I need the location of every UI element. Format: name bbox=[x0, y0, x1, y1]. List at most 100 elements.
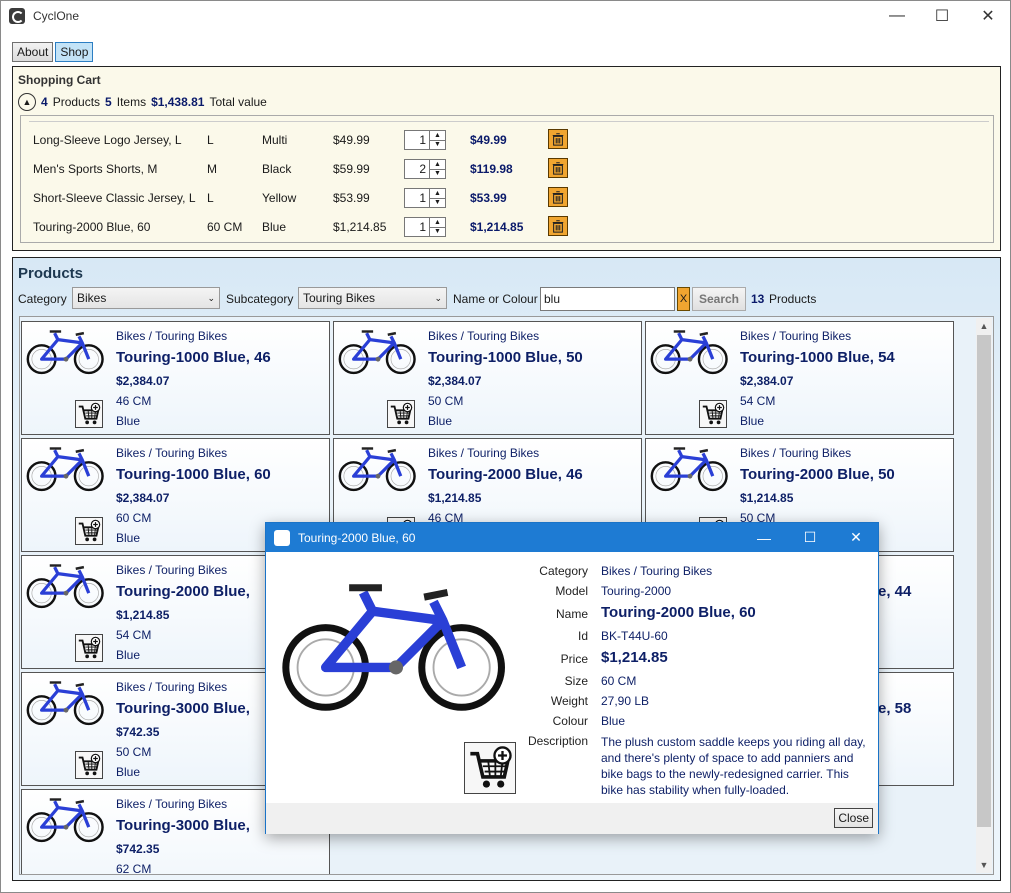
product-price: $1,214.85 bbox=[428, 491, 482, 505]
quantity-value[interactable]: 2 bbox=[405, 160, 429, 178]
add-to-cart-button[interactable] bbox=[75, 517, 103, 545]
id-value: BK-T44U-60 bbox=[601, 629, 668, 643]
minimize-icon[interactable]: — bbox=[874, 1, 920, 31]
product-category: Bikes / Touring Bikes bbox=[428, 446, 540, 460]
price-label: Price bbox=[560, 652, 588, 666]
category-select[interactable]: Bikes ⌄ bbox=[72, 287, 220, 309]
cart-row: Touring-2000 Blue, 60 60 CM Blue $1,214.… bbox=[21, 212, 993, 241]
bike-image bbox=[25, 676, 107, 728]
minimize-icon[interactable]: — bbox=[741, 523, 787, 552]
product-size: 54 CM bbox=[116, 628, 152, 642]
products-title: Products bbox=[18, 265, 84, 282]
dialog-footer: Close bbox=[266, 803, 878, 834]
add-to-cart-button[interactable] bbox=[75, 634, 103, 662]
bike-image bbox=[25, 793, 107, 845]
quantity-stepper[interactable]: 1 ▲ ▼ bbox=[404, 188, 446, 208]
cart-item-colour: Black bbox=[262, 161, 292, 176]
increase-icon[interactable]: ▲ bbox=[430, 160, 445, 170]
product-category: Bikes / Touring Bikes bbox=[116, 797, 228, 811]
search-button[interactable]: Search bbox=[692, 287, 746, 311]
close-icon[interactable]: ✕ bbox=[965, 1, 1011, 31]
category-value: Bikes / Touring Bikes bbox=[601, 564, 713, 578]
model-label: Model bbox=[555, 584, 588, 598]
decrease-icon[interactable]: ▼ bbox=[430, 228, 445, 237]
category-label: Category bbox=[18, 292, 67, 306]
close-button[interactable]: Close bbox=[834, 808, 873, 828]
name-value: Touring-2000 Blue, 60 bbox=[601, 604, 756, 621]
category-value: Bikes bbox=[77, 291, 107, 305]
decrease-icon[interactable]: ▼ bbox=[430, 141, 445, 150]
filter-bar: Category Bikes ⌄ Subcategory Touring Bik… bbox=[18, 287, 988, 311]
product-name: Touring-1000 Blue, 50 bbox=[428, 349, 583, 366]
clear-search-button[interactable]: X bbox=[677, 287, 690, 311]
cart-item-price: $53.99 bbox=[333, 190, 370, 205]
cart-item-colour: Yellow bbox=[262, 190, 297, 205]
dialog-body: Category Bikes / Touring Bikes Model Tou… bbox=[266, 552, 878, 802]
app-logo-icon bbox=[274, 529, 290, 546]
add-to-cart-button[interactable] bbox=[464, 742, 516, 794]
tab-about[interactable]: About bbox=[12, 42, 54, 62]
product-card[interactable]: Bikes / Touring Bikes Touring-1000 Blue,… bbox=[21, 321, 330, 435]
result-count-label: Products bbox=[769, 292, 817, 306]
cart-item-name: Touring-2000 Blue, 60 bbox=[33, 219, 151, 234]
app-title: CyclOne bbox=[33, 9, 80, 23]
decrease-icon[interactable]: ▼ bbox=[430, 199, 445, 208]
increase-icon[interactable]: ▲ bbox=[430, 189, 445, 199]
product-colour: Blue bbox=[116, 648, 141, 662]
bike-image bbox=[337, 325, 419, 377]
remove-item-button[interactable] bbox=[548, 187, 568, 207]
product-colour: Blue bbox=[116, 765, 141, 779]
product-name: e, 58 bbox=[878, 700, 912, 717]
colour-value: Blue bbox=[601, 714, 626, 728]
add-to-cart-button[interactable] bbox=[699, 400, 727, 428]
quantity-stepper[interactable]: 2 ▲ ▼ bbox=[404, 159, 446, 179]
subcategory-select[interactable]: Touring Bikes ⌄ bbox=[298, 287, 447, 309]
product-name: Touring-2000 Blue, 50 bbox=[740, 466, 895, 483]
remove-item-button[interactable] bbox=[548, 216, 568, 236]
maximize-icon[interactable]: ☐ bbox=[919, 1, 965, 31]
remove-item-button[interactable] bbox=[548, 158, 568, 178]
maximize-icon[interactable]: ☐ bbox=[787, 523, 833, 552]
category-label: Category bbox=[539, 564, 588, 578]
cart-add-icon bbox=[76, 518, 102, 544]
quantity-stepper[interactable]: 1 ▲ ▼ bbox=[404, 217, 446, 237]
product-category: Bikes / Touring Bikes bbox=[116, 563, 228, 577]
chevron-down-icon: ⌄ bbox=[207, 293, 215, 303]
quantity-value[interactable]: 1 bbox=[405, 218, 429, 236]
add-to-cart-button[interactable] bbox=[387, 400, 415, 428]
close-icon[interactable]: ✕ bbox=[833, 523, 879, 552]
shopping-cart-panel: Shopping Cart ▲ 4 Products 5 Items $1,43… bbox=[12, 66, 1001, 251]
product-card[interactable]: Bikes / Touring Bikes Touring-1000 Blue,… bbox=[333, 321, 642, 435]
search-input[interactable]: blu bbox=[540, 287, 675, 311]
bike-image bbox=[275, 569, 517, 719]
product-card[interactable]: Bikes / Touring Bikes Touring-1000 Blue,… bbox=[645, 321, 954, 435]
quantity-value[interactable]: 1 bbox=[405, 189, 429, 207]
decrease-icon[interactable]: ▼ bbox=[430, 170, 445, 179]
weight-label: Weight bbox=[550, 694, 588, 708]
increase-icon[interactable]: ▲ bbox=[430, 218, 445, 228]
cart-row: Short-Sleeve Classic Jersey, L L Yellow … bbox=[21, 183, 993, 212]
scrollbar-thumb[interactable] bbox=[977, 335, 991, 827]
cart-row: Men's Sports Shorts, M M Black $59.99 2 … bbox=[21, 154, 993, 183]
vertical-scrollbar[interactable]: ▲ ▼ bbox=[976, 318, 992, 873]
remove-item-button[interactable] bbox=[548, 129, 568, 149]
trash-icon bbox=[551, 132, 565, 146]
product-category: Bikes / Touring Bikes bbox=[116, 329, 228, 343]
scroll-down-icon[interactable]: ▼ bbox=[976, 857, 992, 873]
cart-add-icon bbox=[700, 401, 726, 427]
product-size: 50 CM bbox=[428, 394, 464, 408]
quantity-stepper[interactable]: 1 ▲ ▼ bbox=[404, 130, 446, 150]
product-size: 46 CM bbox=[116, 394, 152, 408]
collapse-icon[interactable]: ▲ bbox=[18, 93, 36, 111]
product-name: e, 44 bbox=[878, 583, 912, 600]
scroll-up-icon[interactable]: ▲ bbox=[976, 318, 992, 334]
product-size: 54 CM bbox=[740, 394, 776, 408]
product-category: Bikes / Touring Bikes bbox=[740, 446, 852, 460]
add-to-cart-button[interactable] bbox=[75, 400, 103, 428]
quantity-value[interactable]: 1 bbox=[405, 131, 429, 149]
product-colour: Blue bbox=[116, 531, 141, 545]
product-name: Touring-1000 Blue, 60 bbox=[116, 466, 271, 483]
increase-icon[interactable]: ▲ bbox=[430, 131, 445, 141]
tab-shop[interactable]: Shop bbox=[55, 42, 94, 62]
add-to-cart-button[interactable] bbox=[75, 751, 103, 779]
